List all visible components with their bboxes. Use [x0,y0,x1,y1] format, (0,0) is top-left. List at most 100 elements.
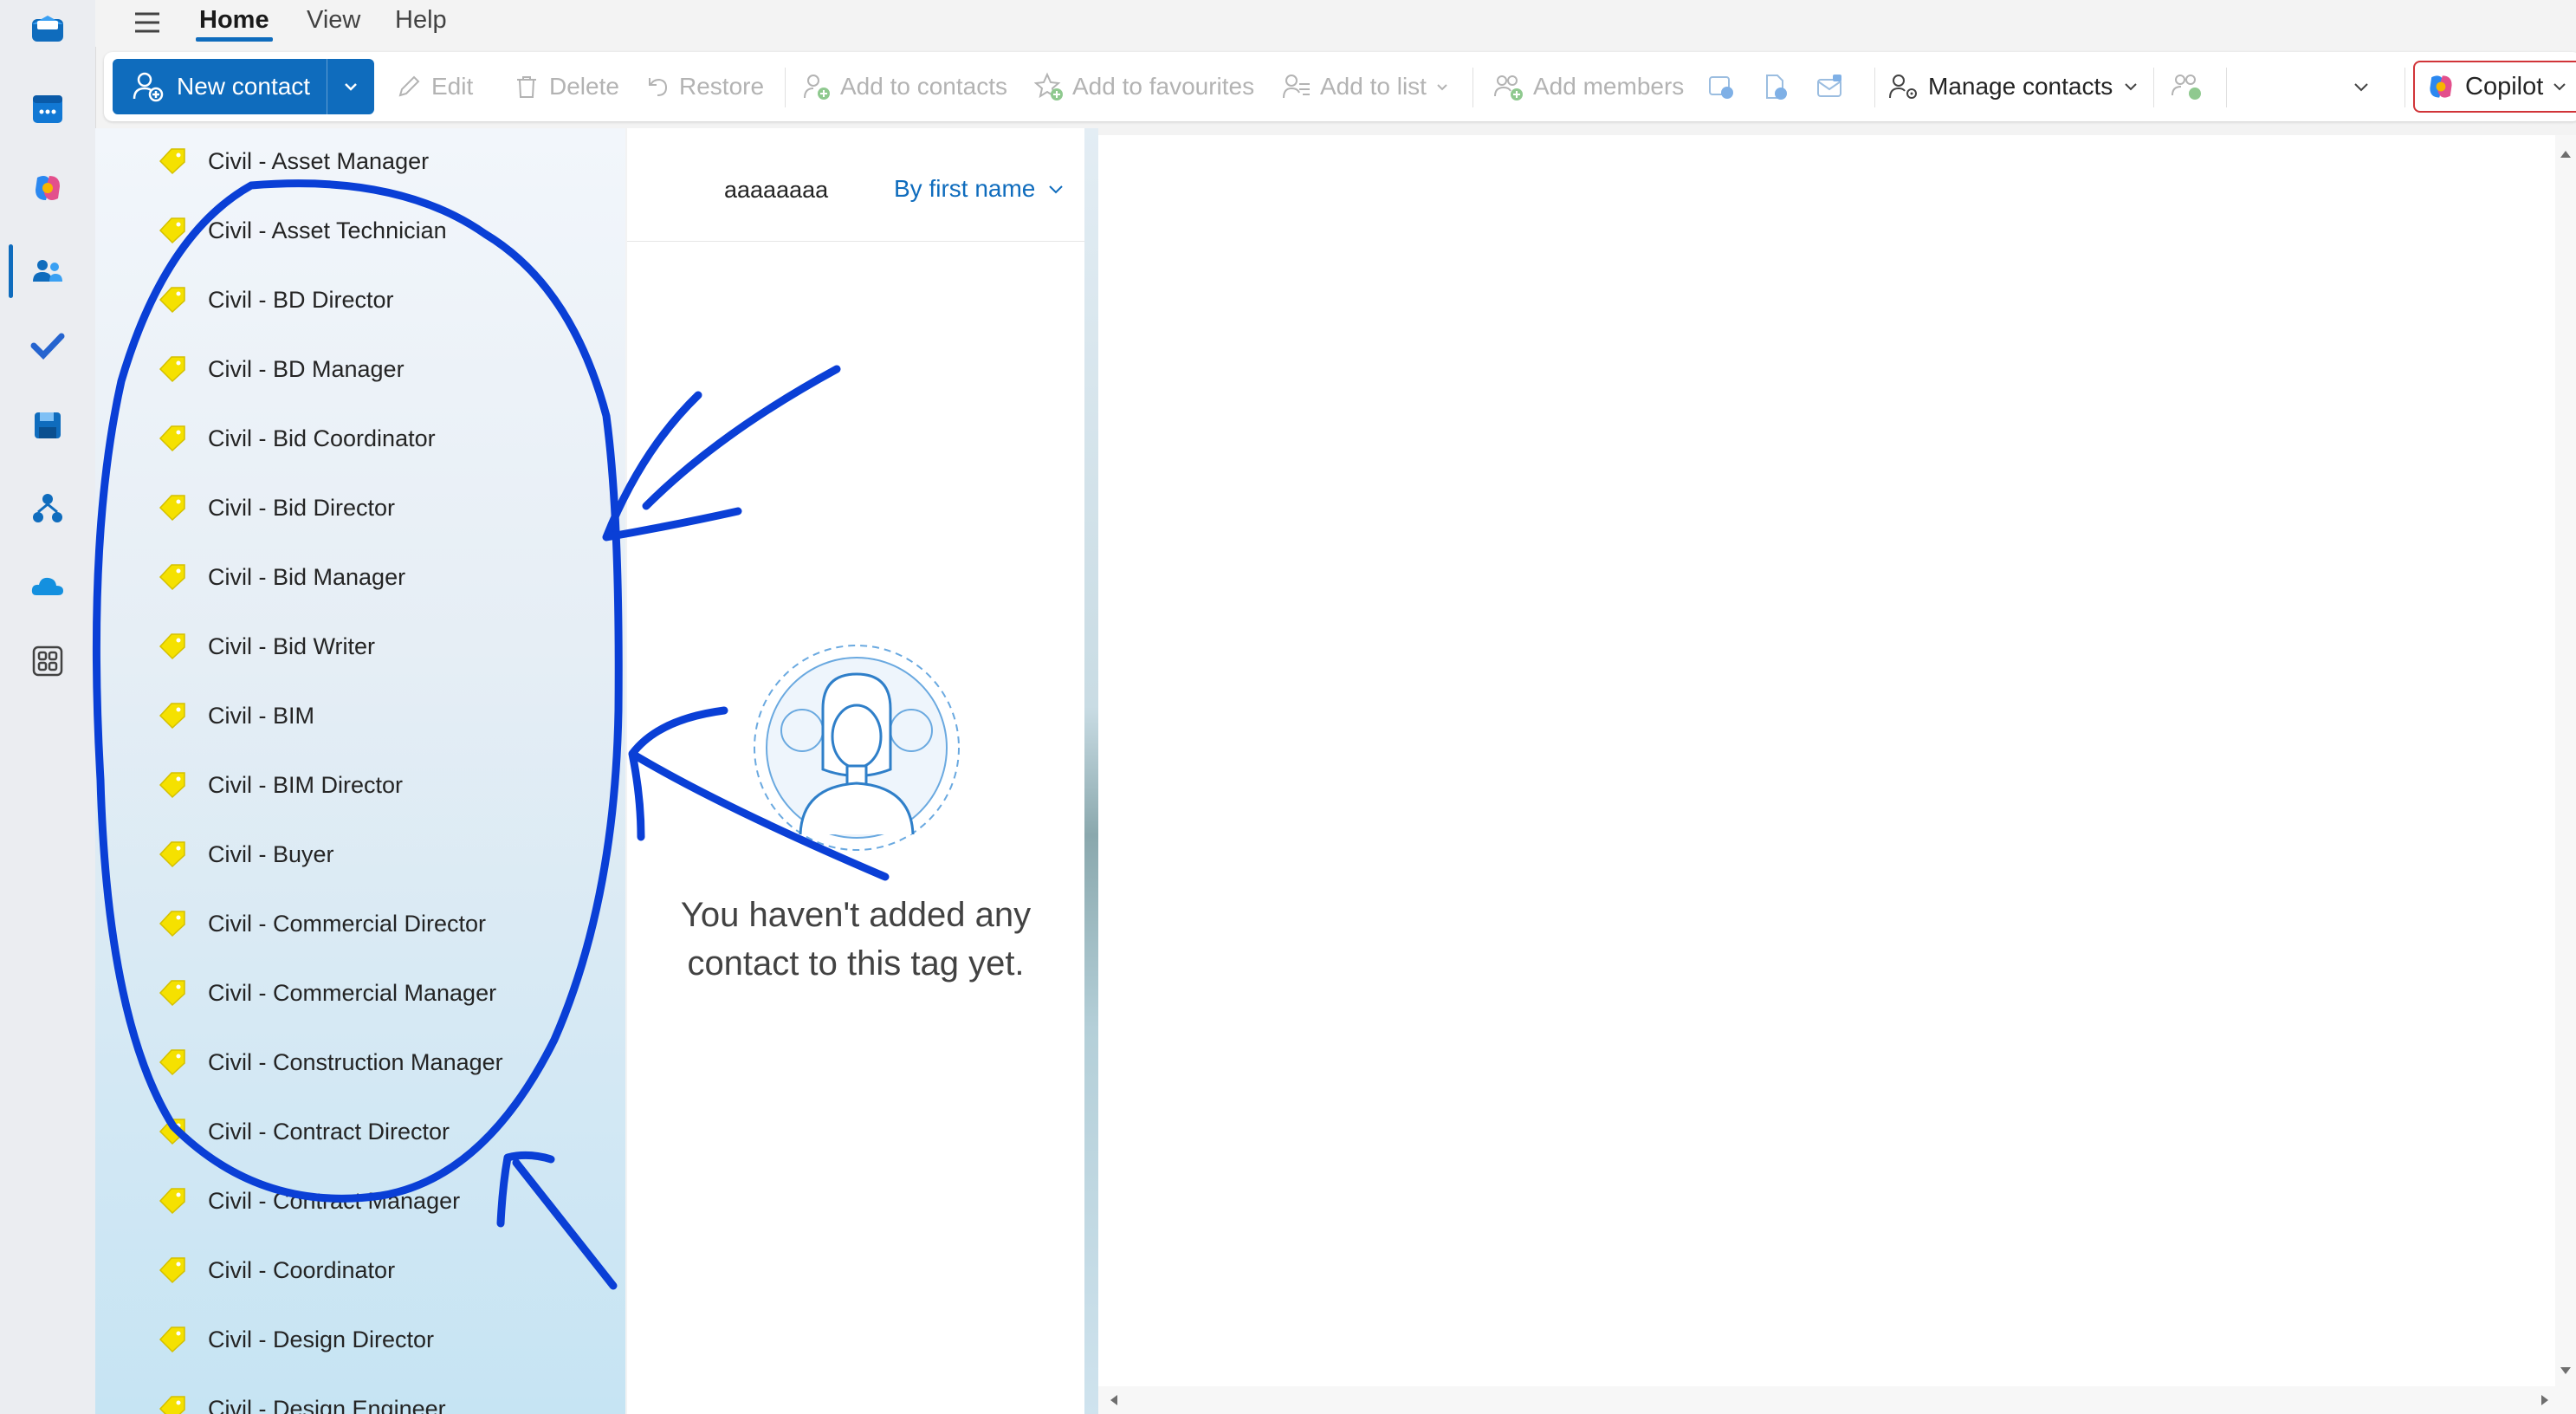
tag-icon [159,356,185,383]
save-app-icon[interactable] [28,405,68,445]
tag-label: Civil - Asset Manager [208,147,430,174]
copilot-app-icon[interactable] [28,168,68,208]
scroll-down-arrow-icon[interactable] [2559,1364,2573,1378]
people-app-icon[interactable] [28,251,68,291]
mail-icon [1817,75,1841,97]
org-explorer-icon[interactable] [28,489,68,529]
tag-item[interactable]: Civil - BD Manager [156,343,405,395]
scroll-left-arrow-icon[interactable] [1107,1393,1121,1407]
empty-state-message: You haven't added any contact to this ta… [627,891,1084,988]
copilot-button[interactable]: Copilot [2413,61,2576,113]
onedrive-icon[interactable] [28,567,68,606]
chat-icon [1709,76,1733,99]
chat-button[interactable] [1706,61,1744,113]
tag-label: Civil - Coordinator [208,1256,396,1283]
people-settings-icon [1889,75,1917,99]
tag-item[interactable]: Civil - Bid Director [156,482,395,534]
tag-item[interactable]: Civil - Construction Manager [156,1036,503,1088]
active-app-indicator [9,244,13,298]
edit-label: Edit [431,73,474,100]
add-to-contacts-label: Add to contacts [840,73,1008,100]
tag-item[interactable]: Civil - Asset Manager [156,135,429,187]
tag-icon [159,1049,185,1076]
tag-icon [159,841,185,868]
delete-button[interactable]: Delete [513,61,619,113]
copilot-label: Copilot [2465,72,2544,101]
email-button[interactable] [1815,61,1854,113]
chevron-down-icon [345,83,357,91]
share-contact-button[interactable] [1760,61,1798,113]
add-to-favourites-label: Add to favourites [1072,73,1255,100]
tag-item[interactable]: Civil - Commercial Manager [156,967,496,1019]
group-add-icon [1494,75,1523,101]
hamburger-menu-icon[interactable] [130,5,165,40]
calendar-app-icon[interactable] [28,88,68,128]
tag-label: Civil - Commercial Manager [208,979,497,1006]
tag-sidebar: Civil - Asset Manager Civil - Asset Techn… [95,128,625,1414]
todo-app-icon[interactable] [28,326,68,366]
tag-label: Civil - Bid Writer [208,632,376,659]
document-share-icon [1766,75,1787,100]
menu-bar: Home View Help [95,0,2576,47]
tag-icon [159,1119,185,1145]
tab-help[interactable]: Help [392,3,450,42]
tag-icon [159,911,185,937]
tag-label: Civil - Design Engineer [208,1395,446,1414]
add-to-contacts-button[interactable]: Add to contacts [802,61,1007,113]
tag-label: Civil - Design Director [208,1326,435,1352]
tag-item[interactable]: Civil - Bid Writer [156,620,375,672]
tag-item[interactable]: Civil - BIM [156,690,314,742]
contact-list-pane: aaaaaaaa By first name You haven't added… [627,128,1084,1414]
mail-app-icon[interactable] [28,9,68,49]
tag-item[interactable]: Civil - Coordinator [156,1244,395,1296]
tag-icon [159,980,185,1007]
tag-item[interactable]: Civil - Contract Director [156,1106,450,1158]
ribbon-separator [2226,68,2227,107]
manage-contacts-button[interactable]: Manage contacts [1888,61,2147,113]
tag-item[interactable]: Civil - Bid Manager [156,551,405,603]
add-to-list-button[interactable]: Add to list [1282,61,1458,113]
restore-button[interactable]: Restore [643,61,764,113]
vertical-scrollbar[interactable] [2555,135,2576,1414]
tag-item[interactable]: Civil - BIM Director [156,759,403,811]
ribbon-overflow-button[interactable] [2351,61,2380,113]
tag-label: Civil - Asset Technician [208,217,447,243]
tag-item[interactable]: Civil - Design Engineer [156,1383,446,1414]
add-to-favourites-button[interactable]: Add to favourites [1034,61,1254,113]
tag-item[interactable]: Civil - Commercial Director [156,898,486,950]
tag-icon [159,703,185,730]
ribbon-separator [785,68,786,107]
tag-item[interactable]: Civil - Buyer [156,828,334,880]
add-members-button[interactable]: Add members [1493,61,1684,113]
star-add-icon [1034,72,1063,101]
more-apps-icon[interactable] [28,641,68,681]
tag-icon [159,564,185,591]
tag-item[interactable]: Civil - Bid Coordinator [156,412,436,464]
sort-label: By first name [894,175,1036,202]
horizontal-scrollbar[interactable] [1098,1386,2555,1414]
tab-home[interactable]: Home [196,3,273,42]
tag-icon [159,772,185,799]
tag-item[interactable]: Civil - Design Director [156,1313,434,1365]
tag-label: Civil - BD Manager [208,355,405,382]
new-contact-button[interactable]: New contact [113,59,374,114]
people-extra-button[interactable] [2171,61,2212,113]
tag-icon [159,1396,185,1414]
scroll-right-arrow-icon[interactable] [2538,1393,2552,1407]
new-contact-label: New contact [177,73,311,100]
tag-item[interactable]: Civil - Asset Technician [156,204,447,256]
new-contact-dropdown[interactable] [327,59,374,114]
tag-icon [159,1257,185,1284]
edit-button[interactable]: Edit [395,61,473,113]
scroll-up-arrow-icon[interactable] [2559,147,2573,161]
pane-divider[interactable] [1084,128,1098,1414]
tab-view[interactable]: View [303,3,364,42]
empty-line-2: contact to this tag yet. [687,944,1025,983]
ribbon-separator [1874,68,1875,107]
tag-item[interactable]: Civil - BD Director [156,274,394,326]
sort-dropdown[interactable]: By first name [894,172,1065,206]
tag-item[interactable]: Civil - Contract Manager [156,1175,460,1227]
chevron-down-icon [2354,83,2368,92]
copilot-icon [2430,75,2452,98]
tag-icon [159,287,185,314]
